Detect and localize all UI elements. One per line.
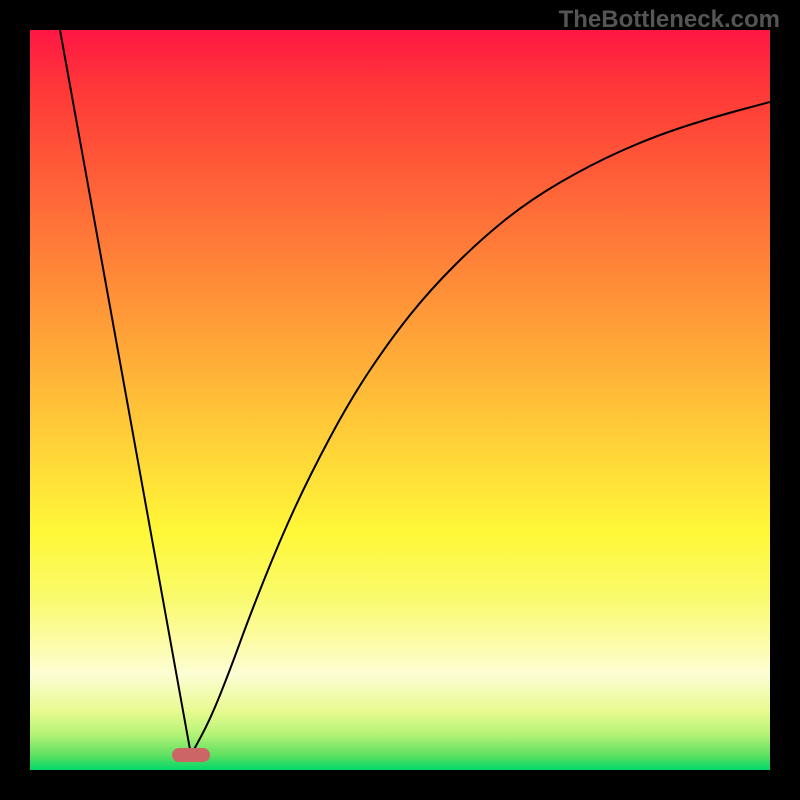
- plot-background: [30, 30, 770, 770]
- watermark-text: TheBottleneck.com: [559, 6, 780, 34]
- minimum-marker: [172, 748, 210, 762]
- chart-container: TheBottleneck.com: [0, 0, 800, 800]
